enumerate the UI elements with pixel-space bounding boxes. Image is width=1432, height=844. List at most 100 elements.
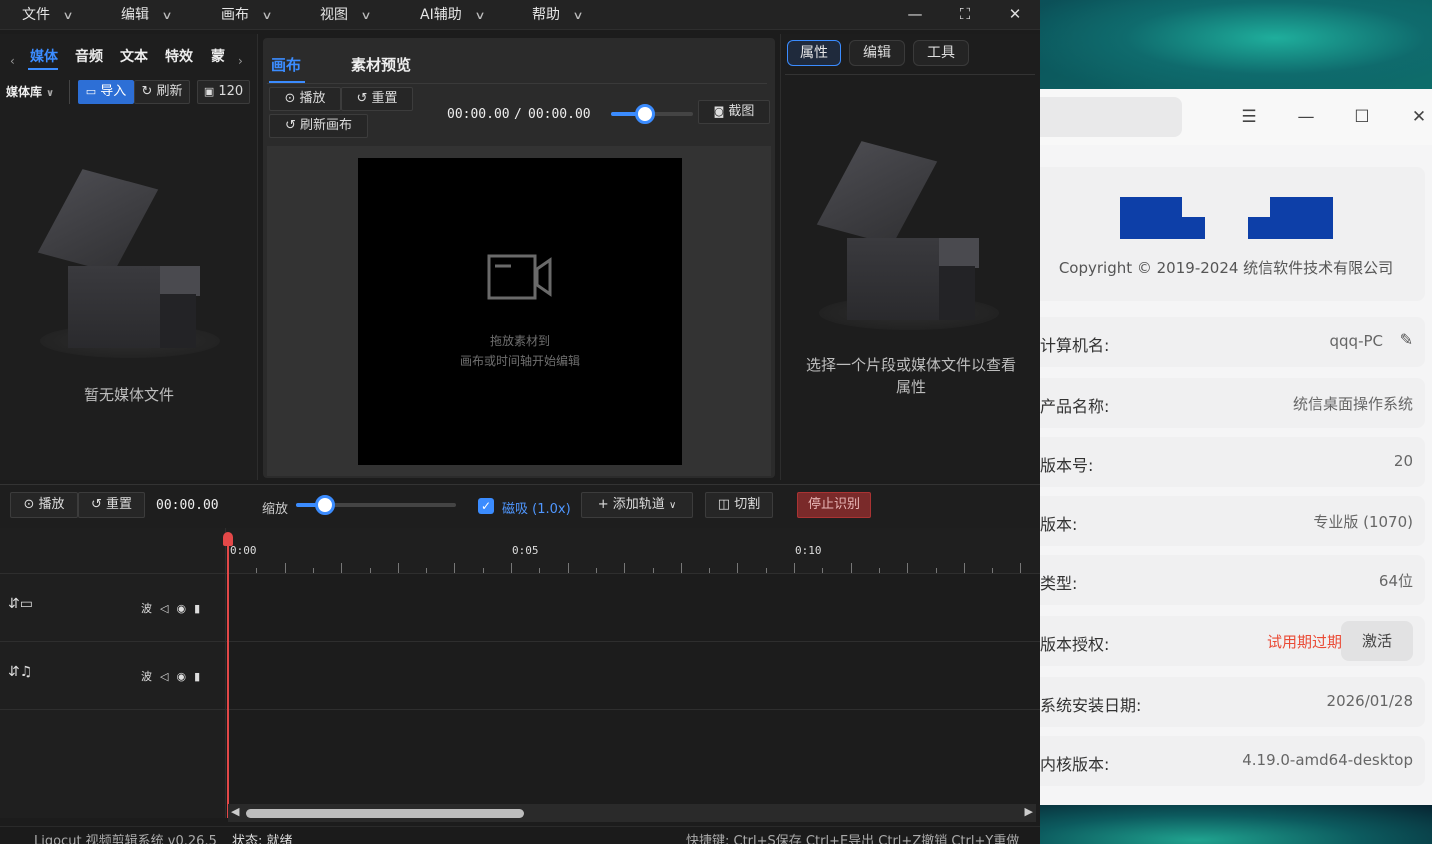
- stop-recognition-button[interactable]: 停止识别: [797, 492, 872, 518]
- scroll-right-icon[interactable]: ▶: [1025, 805, 1033, 818]
- timeline-reset-button[interactable]: ↺ 重置: [78, 492, 145, 518]
- activate-button[interactable]: 激活: [1341, 621, 1413, 661]
- tab-edit[interactable]: 编辑: [849, 40, 905, 66]
- fullscreen-icon[interactable]: ⛶: [952, 2, 978, 26]
- preview-reset-button[interactable]: ↺ 重置: [341, 87, 413, 111]
- properties-panel: 属性 编辑 工具 选择一个片段或媒体文件以查看 属性: [780, 34, 1040, 480]
- ruler-tick: [454, 563, 456, 573]
- info-row-product-name: 产品名称: 统信桌面操作系统: [1040, 378, 1425, 428]
- canvas-stage[interactable]: 拖放素材到 画布或时间轴开始编辑: [358, 158, 682, 465]
- screenshot-button[interactable]: ◙ 截图: [698, 100, 770, 124]
- timeline-scrollbar[interactable]: ◀ ▶: [228, 804, 1036, 822]
- menu-ai[interactable]: AI辅助 ∨: [420, 4, 486, 26]
- add-track-label: 添加轨道: [612, 497, 665, 512]
- desktop-aurora-bottom: [1040, 805, 1432, 844]
- version-number-value: 20: [1393, 452, 1413, 470]
- import-button[interactable]: ▭ 导入: [78, 80, 134, 104]
- tab-canvas[interactable]: 画布: [271, 54, 301, 75]
- video-camera-icon: [487, 254, 552, 300]
- empty-box-illustration: [816, 141, 1002, 336]
- tab-media[interactable]: 媒体: [30, 46, 58, 66]
- split-icon: ◫: [717, 497, 731, 512]
- play-label: 播放: [299, 91, 326, 106]
- tab-underline: [28, 68, 58, 70]
- menu-label: 帮助: [532, 7, 560, 23]
- tab-mask[interactable]: 蒙: [211, 46, 225, 66]
- close-icon[interactable]: ✕: [1407, 105, 1431, 129]
- canvas-area[interactable]: 拖放素材到 画布或时间轴开始编辑: [267, 146, 771, 476]
- refresh-icon: ↺: [284, 118, 296, 133]
- media-library-select[interactable]: 媒体库 ∨: [6, 80, 70, 104]
- scrollbar-thumb[interactable]: [246, 809, 524, 818]
- menu-label: 画布: [221, 7, 249, 23]
- sysinfo-titlebar: ☰ — ☐ ✕: [1040, 89, 1432, 145]
- timeline-zoom-slider[interactable]: [296, 495, 456, 515]
- media-library-label: 媒体库: [6, 85, 43, 99]
- playhead-handle[interactable]: [223, 532, 233, 546]
- computer-name-value: qqq-PC: [1329, 332, 1384, 350]
- ruler-tick: [737, 563, 739, 573]
- minimize-icon[interactable]: —: [902, 2, 928, 26]
- ruler-tick: [511, 563, 512, 573]
- screenshot-label: 截图: [728, 104, 755, 119]
- chevron-right-icon[interactable]: ›: [238, 54, 243, 68]
- tab-text[interactable]: 文本: [120, 46, 148, 66]
- ruler-tick: [482, 568, 484, 573]
- minimize-icon[interactable]: —: [1294, 105, 1318, 129]
- reset-icon: ↺: [356, 91, 368, 106]
- timeline-play-button[interactable]: ⊙ 播放: [10, 492, 78, 518]
- preview-zoom-slider[interactable]: [611, 104, 693, 124]
- waveform-toggle[interactable]: 波: [141, 602, 160, 615]
- thumbnail-size-button[interactable]: ▣ 120: [197, 80, 250, 104]
- menu-canvas[interactable]: 画布 ∨: [221, 4, 273, 26]
- tab-asset-preview[interactable]: 素材预览: [351, 54, 411, 75]
- license-status-value: 试用期过期: [1266, 633, 1342, 651]
- maximize-icon[interactable]: ☐: [1350, 105, 1374, 129]
- pencil-icon[interactable]: ✎: [1400, 330, 1413, 349]
- volume-icon[interactable]: ◁: [160, 602, 176, 615]
- trash-icon[interactable]: ▮: [194, 602, 208, 615]
- system-info-window: ☰ — ☐ ✕ Copyright © 2019-2024 统信软件技术有限公司…: [1040, 89, 1432, 805]
- shortcut-hints: 快捷键: Ctrl+S保存 Ctrl+E导出 Ctrl+Z撤销 Ctrl+Y重做: [686, 834, 1020, 844]
- search-input[interactable]: [1040, 97, 1182, 137]
- menu-edit[interactable]: 编辑 ∨: [121, 4, 173, 26]
- refresh-button[interactable]: ↻ 刷新: [134, 80, 190, 104]
- info-row-version-number: 版本号: 20: [1040, 437, 1425, 487]
- desktop-aurora: [1040, 0, 1432, 95]
- reset-icon: ↺: [90, 497, 102, 512]
- trash-icon[interactable]: ▮: [194, 670, 208, 683]
- tab-audio[interactable]: 音频: [75, 46, 103, 66]
- ruler-tick: [709, 568, 711, 573]
- slider-knob[interactable]: [315, 495, 335, 515]
- playhead[interactable]: [227, 536, 229, 818]
- tab-effects[interactable]: 特效: [165, 46, 193, 66]
- eye-icon[interactable]: ◉: [176, 670, 194, 683]
- tab-tools[interactable]: 工具: [913, 40, 969, 66]
- snap-checkbox[interactable]: ✓: [478, 498, 494, 514]
- volume-icon[interactable]: ◁: [160, 670, 176, 683]
- scroll-left-icon[interactable]: ◀: [231, 805, 239, 818]
- chevron-down-icon: ∨: [474, 9, 486, 22]
- timeline-ruler[interactable]: 0:00 0:05 0:10: [226, 528, 1040, 574]
- refresh-canvas-button[interactable]: ↺ 刷新画布: [269, 114, 368, 138]
- tab-properties[interactable]: 属性: [787, 40, 841, 66]
- waveform-toggle[interactable]: 波: [141, 670, 160, 683]
- add-track-button[interactable]: + 添加轨道 ∨: [581, 492, 693, 518]
- menu-help[interactable]: 帮助 ∨: [532, 4, 584, 26]
- menu-file[interactable]: 文件 ∨: [22, 4, 74, 26]
- menu-icon[interactable]: ☰: [1237, 105, 1261, 129]
- menu-bar: 文件 ∨ 编辑 ∨ 画布 ∨ 视图 ∨ AI辅助 ∨ 帮助 ∨ — ⛶ ✕: [0, 0, 1040, 30]
- ruler-tick: [850, 563, 852, 573]
- preview-play-button[interactable]: ⊙ 播放: [269, 87, 341, 111]
- menu-view[interactable]: 视图 ∨: [320, 4, 372, 26]
- chevron-left-icon[interactable]: ‹: [10, 54, 15, 68]
- slider-knob[interactable]: [635, 104, 655, 124]
- eye-icon[interactable]: ◉: [176, 602, 194, 615]
- cut-button[interactable]: ◫ 切割: [705, 492, 773, 518]
- ruler-tick: [822, 568, 824, 573]
- audio-track[interactable]: ⇵♫ 波◁◉▮: [0, 642, 1040, 710]
- close-icon[interactable]: ✕: [1002, 2, 1028, 26]
- video-track[interactable]: ⇵▭ 波◁◉▮: [0, 574, 1040, 642]
- ruler-label: 0:05: [512, 544, 539, 557]
- canvas-panel: 画布 素材预览 ⊙ 播放 ↺ 重置 ↺ 刷新画布 00:00.00 / 00:0…: [263, 38, 775, 478]
